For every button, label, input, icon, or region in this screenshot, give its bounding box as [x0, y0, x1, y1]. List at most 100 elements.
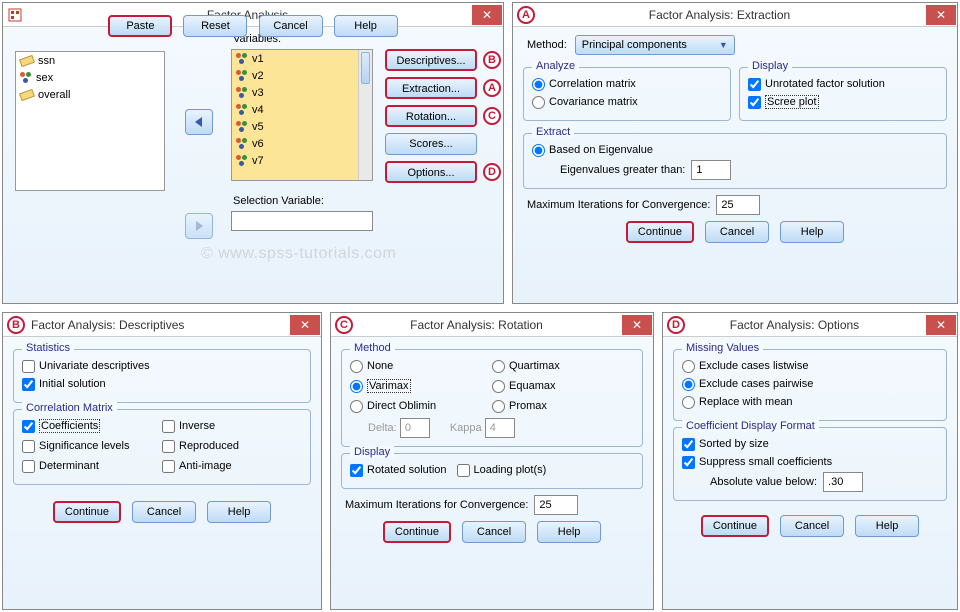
descriptives-button[interactable]: Descriptives... — [385, 49, 477, 71]
list-item[interactable]: v3 — [232, 84, 372, 101]
arrow-left-icon — [192, 116, 206, 128]
inverse-check[interactable]: Inverse — [162, 418, 302, 434]
exclude-listwise-radio[interactable]: Exclude cases listwise — [682, 358, 938, 374]
cancel-button[interactable]: Cancel — [259, 15, 323, 37]
scree-plot-check[interactable]: Scree plot — [748, 94, 938, 110]
button-label: Help — [558, 526, 581, 538]
selection-variable-label: Selection Variable: — [233, 195, 324, 207]
close-icon[interactable]: ✕ — [926, 315, 956, 335]
sorted-by-size-check[interactable]: Sorted by size — [682, 436, 938, 452]
anti-image-check[interactable]: Anti-image — [162, 458, 302, 474]
list-item-label: v1 — [252, 53, 264, 65]
list-item[interactable]: v6 — [232, 135, 372, 152]
equamax-radio[interactable]: Equamax — [492, 378, 634, 394]
options-button[interactable]: Options... — [385, 161, 477, 183]
list-item[interactable]: ssn — [16, 52, 164, 69]
determinant-check[interactable]: Determinant — [22, 458, 162, 474]
scores-button[interactable]: Scores... — [385, 133, 477, 155]
titlebar: D Factor Analysis: Options ✕ — [663, 313, 957, 337]
extraction-button[interactable]: Extraction... — [385, 77, 477, 99]
option-label: Promax — [509, 400, 547, 412]
cancel-button[interactable]: Cancel — [132, 501, 196, 523]
list-item[interactable]: v2 — [232, 67, 372, 84]
continue-button[interactable]: Continue — [383, 521, 451, 543]
list-item[interactable]: v7 — [232, 152, 372, 169]
based-on-eigenvalue-radio[interactable]: Based on Eigenvalue — [532, 142, 938, 158]
initial-solution-check[interactable]: Initial solution — [22, 376, 302, 392]
titlebar: A Factor Analysis: Extraction ✕ — [513, 3, 957, 27]
dialog-title: Factor Analysis: Descriptives — [3, 318, 290, 332]
list-item-label: overall — [38, 89, 70, 101]
absolute-value-input[interactable] — [823, 472, 863, 492]
help-button[interactable]: Help — [855, 515, 919, 537]
list-item[interactable]: v4 — [232, 101, 372, 118]
badge-c: C — [483, 107, 501, 125]
continue-button[interactable]: Continue — [53, 501, 121, 523]
loading-plots-check[interactable]: Loading plot(s) — [457, 462, 547, 478]
scale-icon — [19, 88, 35, 100]
help-button[interactable]: Help — [334, 15, 398, 37]
rotated-solution-check[interactable]: Rotated solution — [350, 462, 447, 478]
dialog-factor-analysis: Factor Analysis ✕ ssn sex overall Variab… — [2, 2, 504, 304]
list-item-label: sex — [36, 72, 53, 84]
display-legend: Display — [350, 446, 394, 458]
univariate-descriptives-check[interactable]: Univariate descriptives — [22, 358, 302, 374]
list-item[interactable]: v1 — [232, 50, 372, 67]
covariance-matrix-radio[interactable]: Covariance matrix — [532, 94, 722, 110]
selection-variable-input[interactable] — [231, 211, 373, 231]
help-button[interactable]: Help — [780, 221, 844, 243]
cancel-button[interactable]: Cancel — [780, 515, 844, 537]
help-button[interactable]: Help — [537, 521, 601, 543]
dialog-extraction: A Factor Analysis: Extraction ✕ Method: … — [512, 2, 958, 304]
paste-button[interactable]: Paste — [108, 15, 172, 37]
quartimax-radio[interactable]: Quartimax — [492, 358, 634, 374]
nominal-icon — [236, 104, 248, 116]
max-iterations-label: Maximum Iterations for Convergence: — [527, 199, 710, 211]
direct-oblimin-radio[interactable]: Direct Oblimin — [350, 398, 492, 414]
move-selection-button[interactable] — [185, 213, 213, 239]
promax-radio[interactable]: Promax — [492, 398, 634, 414]
badge-c: C — [335, 316, 353, 334]
button-label: Continue — [638, 226, 682, 238]
rotation-button[interactable]: Rotation... — [385, 105, 477, 127]
exclude-pairwise-radio[interactable]: Exclude cases pairwise — [682, 376, 938, 392]
cancel-button[interactable]: Cancel — [705, 221, 769, 243]
help-button[interactable]: Help — [207, 501, 271, 523]
continue-button[interactable]: Continue — [701, 515, 769, 537]
none-radio[interactable]: None — [350, 358, 492, 374]
option-label: Determinant — [39, 460, 99, 472]
suppress-small-check[interactable]: Suppress small coefficients — [682, 454, 938, 470]
correlation-matrix-radio[interactable]: Correlation matrix — [532, 76, 722, 92]
varimax-radio[interactable]: Varimax — [350, 378, 492, 394]
option-label: Replace with mean — [699, 396, 793, 408]
target-variable-list[interactable]: v1 v2 v3 v4 v5 v6 v7 — [231, 49, 373, 181]
replace-mean-radio[interactable]: Replace with mean — [682, 394, 938, 410]
option-label: Reproduced — [179, 440, 239, 452]
source-variable-list[interactable]: ssn sex overall — [15, 51, 165, 191]
close-icon[interactable]: ✕ — [622, 315, 652, 335]
significance-levels-check[interactable]: Significance levels — [22, 438, 162, 454]
nominal-icon — [20, 72, 32, 84]
eigenvalue-input[interactable] — [691, 160, 731, 180]
coefficients-check[interactable]: Coefficients — [22, 418, 162, 434]
list-item[interactable]: sex — [16, 69, 164, 86]
option-label: Rotated solution — [367, 464, 447, 476]
max-iterations-input[interactable] — [534, 495, 578, 515]
cancel-button[interactable]: Cancel — [462, 521, 526, 543]
scrollbar[interactable] — [358, 50, 372, 180]
list-item[interactable]: overall — [16, 86, 164, 103]
button-label: Help — [354, 20, 377, 32]
method-combo[interactable]: Principal components ▼ — [575, 35, 735, 55]
move-variable-button[interactable] — [185, 109, 213, 135]
reproduced-check[interactable]: Reproduced — [162, 438, 302, 454]
close-icon[interactable]: ✕ — [926, 5, 956, 25]
max-iterations-input[interactable] — [716, 195, 760, 215]
dialog-rotation: C Factor Analysis: Rotation ✕ Method Non… — [330, 312, 654, 610]
button-label: Help — [228, 506, 251, 518]
titlebar: B Factor Analysis: Descriptives ✕ — [3, 313, 321, 337]
close-icon[interactable]: ✕ — [290, 315, 320, 335]
continue-button[interactable]: Continue — [626, 221, 694, 243]
unrotated-solution-check[interactable]: Unrotated factor solution — [748, 76, 938, 92]
reset-button[interactable]: Reset — [183, 15, 247, 37]
list-item[interactable]: v5 — [232, 118, 372, 135]
